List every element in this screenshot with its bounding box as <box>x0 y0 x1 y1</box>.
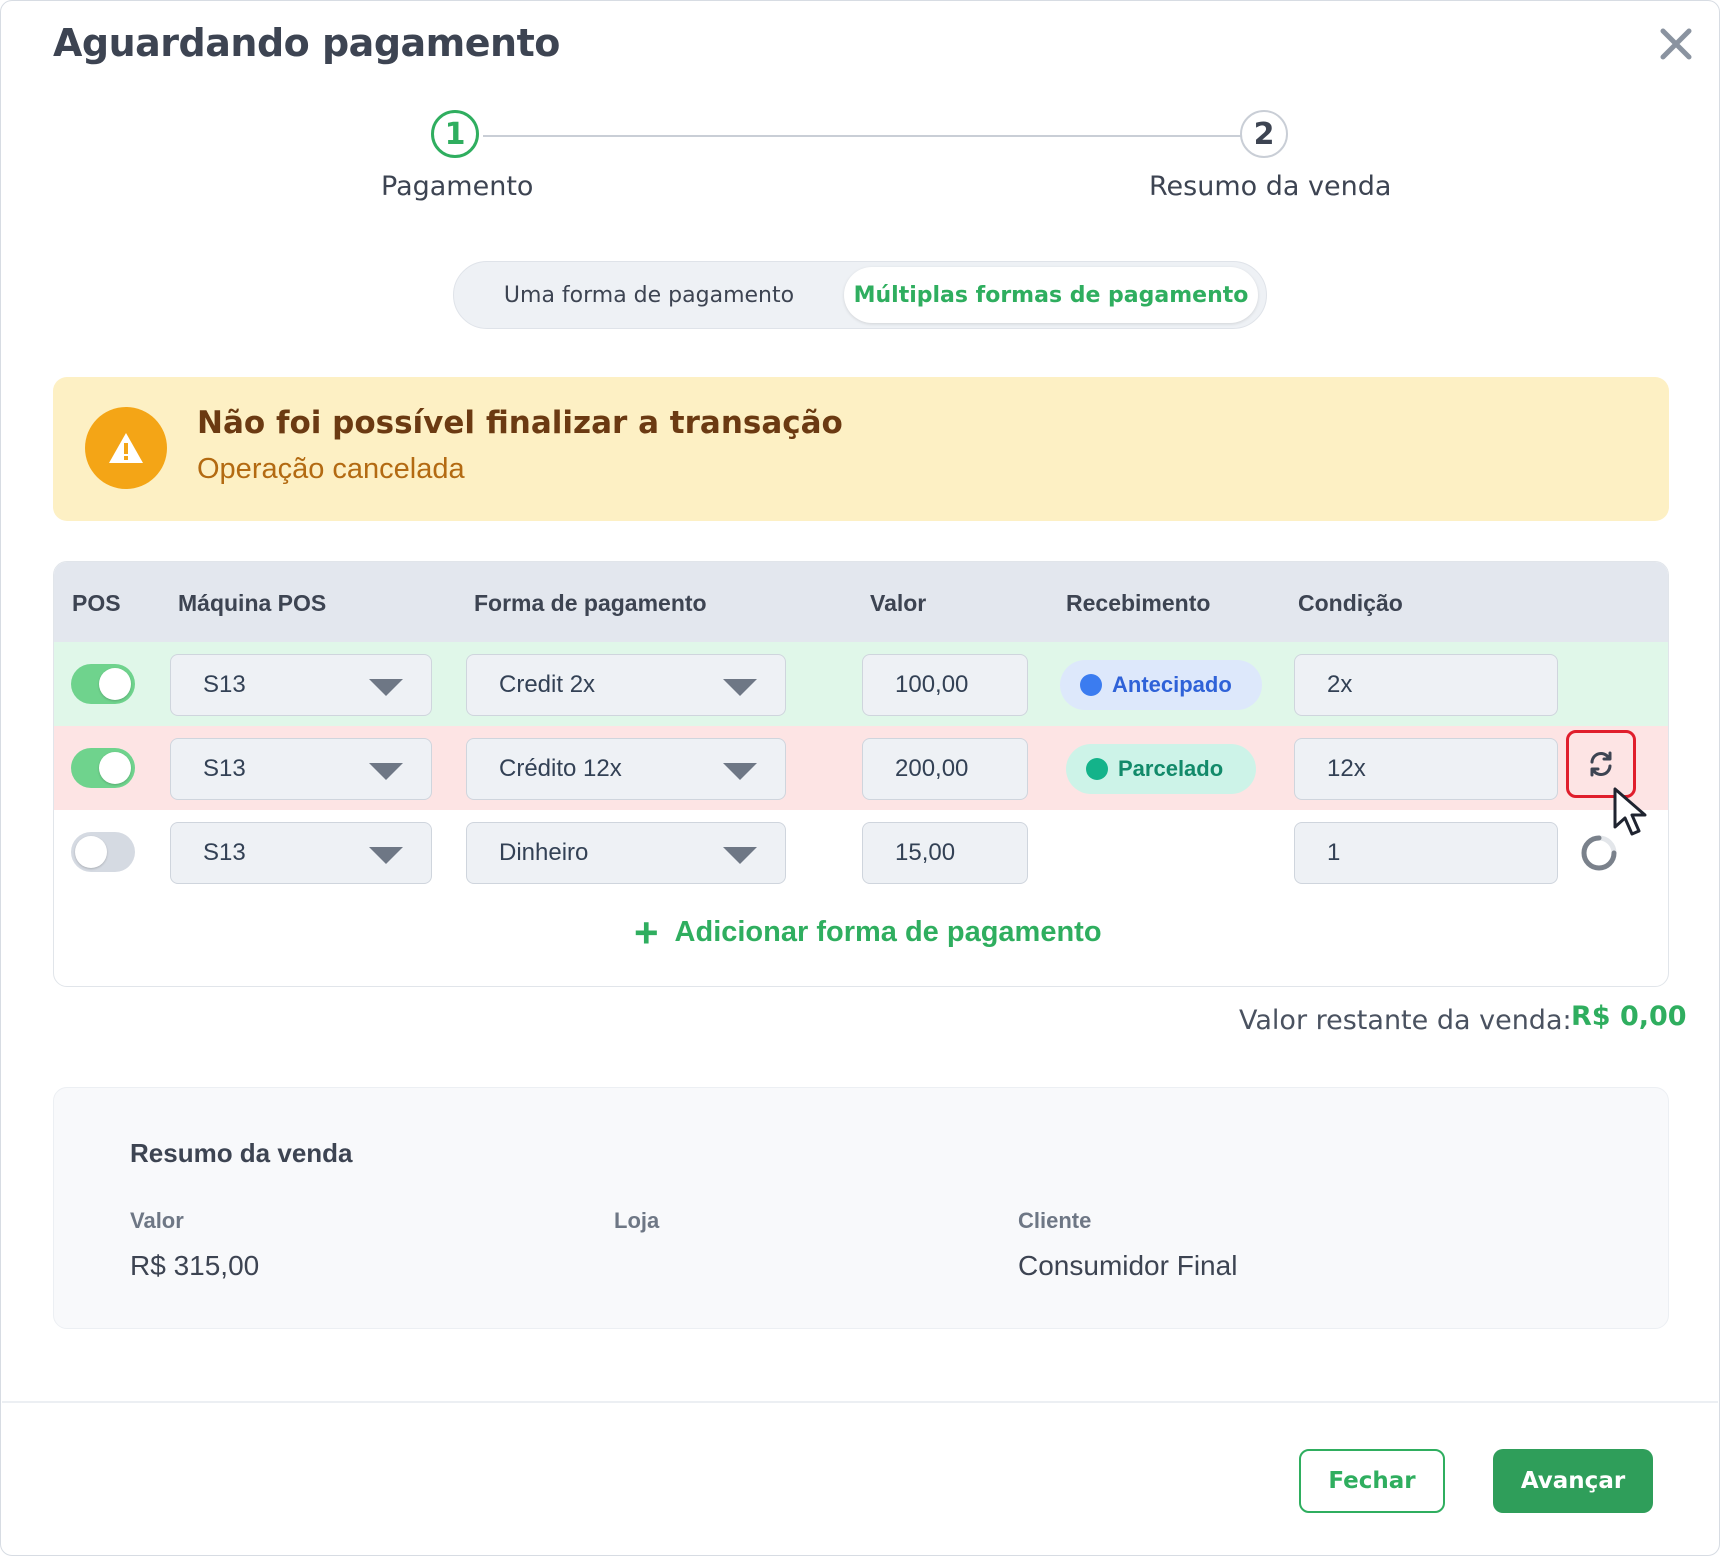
pos-machine-select[interactable]: S13 <box>170 822 432 884</box>
step-2-indicator: 2 <box>1240 110 1288 158</box>
receipt-badge-label: Parcelado <box>1118 756 1224 781</box>
sale-summary-card: Resumo da venda Valor R$ 315,00 Loja Cli… <box>53 1087 1669 1329</box>
close-button[interactable]: Fechar <box>1299 1449 1445 1513</box>
pos-machine-select[interactable]: S13 <box>170 654 432 716</box>
pos-machine-value: S13 <box>203 755 246 782</box>
condition-input[interactable]: 1 <box>1294 822 1558 884</box>
receipt-badge: Parcelado <box>1066 744 1256 794</box>
pos-machine-value: S13 <box>203 671 246 698</box>
add-payment-method-label: Adicionar forma de pagamento <box>674 916 1102 948</box>
payment-mode-toggle: Uma forma de pagamento Múltiplas formas … <box>453 261 1267 329</box>
condition-input[interactable]: 2x <box>1294 654 1558 716</box>
remaining-value: R$ 0,00 <box>1571 1001 1687 1032</box>
receipt-badge: Antecipado <box>1060 660 1262 710</box>
step-1-label: Pagamento <box>381 171 534 202</box>
alert-message: Operação cancelada <box>197 453 465 485</box>
chevron-down-icon <box>369 847 403 864</box>
header-amount: Valor <box>870 590 927 616</box>
next-button[interactable]: Avançar <box>1493 1449 1653 1513</box>
header-pos: POS <box>72 590 121 616</box>
refresh-icon <box>1590 751 1612 777</box>
payment-dialog: Aguardando pagamento 1 Pagamento 2 Resum… <box>0 0 1720 1556</box>
add-payment-method-button[interactable]: + Adicionar forma de pagamento <box>634 908 1102 956</box>
pos-toggle[interactable] <box>71 748 135 788</box>
payments-table: POS Máquina POS Forma de pagamento Valor… <box>53 561 1669 987</box>
summary-customer-label: Cliente <box>1018 1208 1092 1233</box>
close-icon[interactable] <box>1651 19 1701 69</box>
payment-method-value: Credit 2x <box>499 671 596 698</box>
dialog-title: Aguardando pagamento <box>53 21 560 65</box>
header-condition: Condição <box>1298 590 1403 616</box>
table-row: S13 Credit 2x 100,00 Antecipado 2x <box>54 642 1668 726</box>
warning-icon <box>85 407 167 489</box>
amount-input[interactable]: 100,00 <box>862 654 1028 716</box>
chevron-down-icon <box>369 763 403 780</box>
payment-method-value: Dinheiro <box>499 839 589 866</box>
table-header: POS Máquina POS Forma de pagamento Valor… <box>54 562 1668 643</box>
header-machine: Máquina POS <box>178 590 327 616</box>
amount-input[interactable]: 15,00 <box>862 822 1028 884</box>
pos-machine-value: S13 <box>203 839 246 866</box>
plus-icon: + <box>634 908 659 956</box>
status-dot-icon <box>1080 674 1102 696</box>
pos-machine-select[interactable]: S13 <box>170 738 432 800</box>
stepper-connector <box>483 135 1241 137</box>
payment-method-select[interactable]: Dinheiro <box>466 822 786 884</box>
summary-amount-label: Valor <box>130 1208 184 1233</box>
receipt-badge-label: Antecipado <box>1112 672 1232 697</box>
summary-amount-value: R$ 315,00 <box>130 1250 260 1281</box>
step-1-indicator: 1 <box>431 110 479 158</box>
table-row: S13 Dinheiro 15,00 1 <box>54 810 1668 894</box>
amount-input[interactable]: 200,00 <box>862 738 1028 800</box>
error-alert: Não foi possível finalizar a transação O… <box>53 377 1669 521</box>
chevron-down-icon <box>723 763 757 780</box>
chevron-down-icon <box>723 847 757 864</box>
alert-title: Não foi possível finalizar a transação <box>197 405 843 441</box>
chevron-down-icon <box>369 679 403 696</box>
chevron-down-icon <box>723 679 757 696</box>
multiple-payment-option[interactable]: Múltiplas formas de pagamento <box>844 267 1258 323</box>
summary-store-label: Loja <box>614 1208 660 1233</box>
summary-title: Resumo da venda <box>130 1138 353 1168</box>
condition-input[interactable]: 12x <box>1294 738 1558 800</box>
table-row: S13 Crédito 12x 200,00 Parcelado 12x <box>54 726 1668 810</box>
header-receipt: Recebimento <box>1066 590 1211 616</box>
mouse-pointer-icon <box>1613 787 1647 836</box>
pos-toggle[interactable] <box>71 832 135 872</box>
footer-divider <box>2 1401 1718 1403</box>
header-method: Forma de pagamento <box>474 590 707 616</box>
payment-method-value: Crédito 12x <box>499 755 622 782</box>
remaining-label: Valor restante da venda: <box>1239 1005 1572 1036</box>
payment-method-select[interactable]: Credit 2x <box>466 654 786 716</box>
step-2-label: Resumo da venda <box>1149 171 1392 202</box>
single-payment-option[interactable]: Uma forma de pagamento <box>462 267 836 323</box>
status-dot-icon <box>1086 758 1108 780</box>
payment-method-select[interactable]: Crédito 12x <box>466 738 786 800</box>
pos-toggle[interactable] <box>71 664 135 704</box>
summary-customer-value: Consumidor Final <box>1018 1250 1238 1281</box>
